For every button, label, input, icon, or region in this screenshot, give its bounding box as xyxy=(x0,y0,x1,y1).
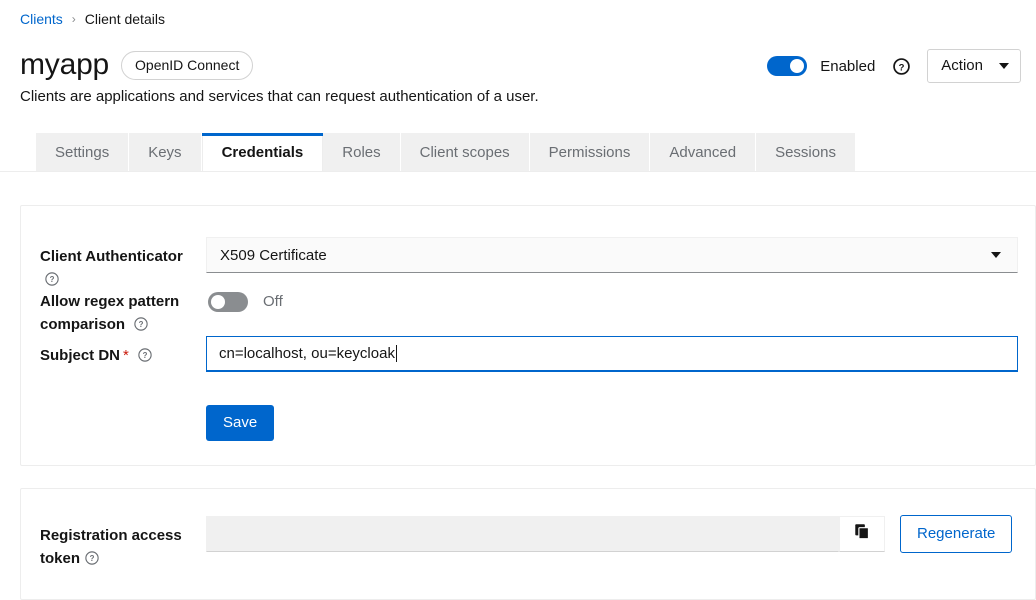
allow-regex-label: Allow regex pattern comparison ? xyxy=(40,290,190,336)
tab-roles[interactable]: Roles xyxy=(323,133,400,172)
toggle-knob xyxy=(790,59,804,73)
tab-sessions[interactable]: Sessions xyxy=(756,133,856,172)
copy-icon xyxy=(854,523,871,545)
label-text: Subject DN xyxy=(40,347,120,364)
breadcrumb-link-clients[interactable]: Clients xyxy=(20,10,63,28)
regenerate-button[interactable]: Regenerate xyxy=(900,515,1012,553)
allow-regex-toggle[interactable] xyxy=(208,292,248,312)
action-dropdown-label: Action xyxy=(941,57,983,75)
required-marker: * xyxy=(123,347,129,364)
tab-permissions[interactable]: Permissions xyxy=(530,133,651,172)
breadcrumb: Clients › Client details xyxy=(20,10,165,28)
registration-access-token-label: Registration access token ? xyxy=(40,524,190,570)
tab-label: Credentials xyxy=(222,144,304,161)
tab-label: Settings xyxy=(55,144,109,161)
svg-text:?: ? xyxy=(899,62,905,73)
help-circle-icon[interactable]: ? xyxy=(134,317,148,331)
help-circle-icon[interactable]: ? xyxy=(45,272,59,286)
breadcrumb-separator-icon: › xyxy=(72,10,76,28)
tab-settings[interactable]: Settings xyxy=(36,133,129,172)
breadcrumb-current: Client details xyxy=(85,10,165,28)
tab-list: Settings Keys Credentials Roles Client s… xyxy=(36,133,856,172)
help-circle-icon[interactable]: ? xyxy=(893,58,910,75)
subject-dn-input[interactable]: cn=localhost, ou=keycloak xyxy=(206,336,1018,372)
protocol-badge: OpenID Connect xyxy=(121,51,253,80)
svg-text:?: ? xyxy=(139,320,144,329)
label-text: Allow regex pattern comparison xyxy=(40,293,179,333)
tab-label: Roles xyxy=(342,144,380,161)
page-title-row: myapp OpenID Connect xyxy=(20,48,253,82)
tab-keys[interactable]: Keys xyxy=(129,133,201,172)
text-cursor xyxy=(396,345,397,362)
help-circle-icon[interactable]: ? xyxy=(85,551,99,565)
chevron-down-icon xyxy=(999,63,1009,69)
label-text: Client Authenticator xyxy=(40,248,183,265)
tab-advanced[interactable]: Advanced xyxy=(650,133,756,172)
header-actions: Enabled ? Action xyxy=(767,48,1036,84)
action-dropdown-button[interactable]: Action xyxy=(927,49,1021,83)
tab-label: Keys xyxy=(148,144,181,161)
svg-text:?: ? xyxy=(90,554,95,563)
toggle-knob xyxy=(211,295,225,309)
copy-token-button[interactable] xyxy=(839,516,885,552)
enabled-toggle-label: Enabled xyxy=(820,58,875,75)
svg-text:?: ? xyxy=(50,275,55,284)
tab-label: Advanced xyxy=(669,144,736,161)
subject-dn-value: cn=localhost, ou=keycloak xyxy=(219,345,395,362)
save-button[interactable]: Save xyxy=(206,405,274,441)
svg-text:?: ? xyxy=(143,351,148,360)
tab-label: Client scopes xyxy=(420,144,510,161)
chevron-down-icon xyxy=(991,252,1001,258)
label-text: Registration access token xyxy=(40,527,182,567)
enabled-toggle[interactable] xyxy=(767,56,807,76)
tab-label: Permissions xyxy=(549,144,631,161)
client-authenticator-value: X509 Certificate xyxy=(220,247,327,264)
client-authenticator-label: Client Authenticator ? xyxy=(40,245,190,291)
registration-access-token-input[interactable] xyxy=(206,516,839,552)
tab-credentials[interactable]: Credentials xyxy=(202,133,324,172)
tab-label: Sessions xyxy=(775,144,836,161)
allow-regex-state-label: Off xyxy=(263,292,283,312)
help-circle-icon[interactable]: ? xyxy=(138,348,152,362)
client-details-page: Clients › Client details myapp OpenID Co… xyxy=(0,0,1036,568)
client-authenticator-select[interactable]: X509 Certificate xyxy=(206,237,1018,273)
tabs-divider xyxy=(0,171,1036,172)
subject-dn-label: Subject DN* ? xyxy=(40,344,190,367)
tab-client-scopes[interactable]: Client scopes xyxy=(401,133,530,172)
page-title: myapp xyxy=(20,48,109,82)
page-subtitle: Clients are applications and services th… xyxy=(20,86,539,108)
